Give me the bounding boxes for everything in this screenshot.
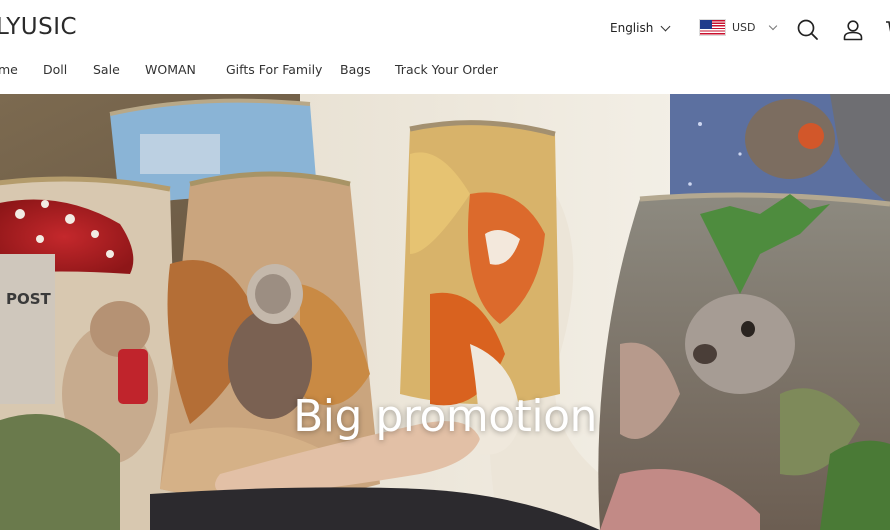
nav-item-doll[interactable]: Doll — [43, 62, 67, 77]
brand-logo[interactable]: LYUSIC — [0, 14, 77, 40]
nav-item-gifts-for-family[interactable]: Gifts For Family — [226, 62, 322, 77]
chevron-down-icon — [660, 21, 671, 31]
svg-text:POST: POST — [6, 290, 52, 308]
nav-item-track-order[interactable]: Track Your Order — [395, 62, 498, 77]
account-icon[interactable] — [841, 18, 865, 42]
language-selector[interactable]: English — [610, 21, 671, 35]
search-icon[interactable] — [796, 18, 820, 42]
site-header: LYUSIC English USD me Doll Sale WOMAN Gi… — [0, 0, 890, 94]
currency-selector[interactable]: USD — [699, 19, 777, 36]
nav-item-home[interactable]: me — [0, 62, 18, 77]
nav-item-woman[interactable]: WOMAN — [145, 62, 196, 77]
hero-banner[interactable]: POST Big promotion — [0, 94, 890, 530]
cart-icon[interactable] — [884, 18, 890, 42]
us-flag-icon — [699, 19, 726, 36]
hero-title: Big promotion — [293, 391, 597, 442]
nav-item-bags[interactable]: Bags — [340, 62, 371, 77]
hero-image: POST — [0, 94, 890, 530]
chevron-down-icon — [768, 21, 777, 30]
currency-label: USD — [732, 21, 756, 34]
language-label: English — [610, 21, 654, 35]
nav-item-sale[interactable]: Sale — [93, 62, 120, 77]
